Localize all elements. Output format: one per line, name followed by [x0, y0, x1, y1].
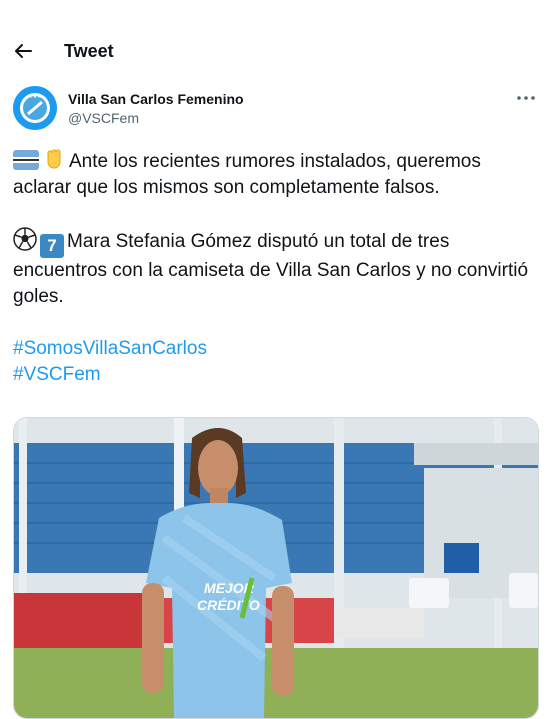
jersey-sponsor-text: CRÉDITO [197, 597, 260, 613]
tweet-paragraph-text: Mara Stefania Gómez disputó un total de … [13, 231, 529, 307]
tweet-paragraph: 7 Mara Stefania Gómez disputó un total de… [13, 227, 533, 310]
tweet-paragraph: Ante los recientes rumores instalados, q… [13, 147, 533, 201]
player-photo: MEJOR CRÉDITO [14, 418, 538, 718]
hashtag-link[interactable]: #VSCFem [13, 362, 533, 388]
author-handle[interactable]: @VSCFem [68, 109, 139, 127]
soccer-ball-icon [13, 227, 37, 251]
raised-fist-icon [47, 149, 61, 169]
svg-text:★★★: ★★★ [28, 94, 42, 100]
argentina-flag-icon [13, 150, 39, 170]
more-options-icon[interactable] [514, 88, 538, 108]
back-arrow-icon[interactable] [12, 40, 34, 62]
avatar[interactable]: ★★★ [13, 86, 57, 130]
hashtag-link[interactable]: #SomosVillaSanCarlos [13, 336, 533, 362]
tweet-media-image[interactable]: MEJOR CRÉDITO [13, 417, 539, 719]
keycap-digit-icon: 7 [40, 234, 64, 258]
top-bar: Tweet [0, 0, 546, 98]
author-name[interactable]: Villa San Carlos Femenino [68, 90, 244, 108]
tweet-body: Ante los recientes rumores instalados, q… [13, 147, 533, 388]
tweet-paragraph-text: Ante los recientes rumores instalados, q… [13, 151, 481, 198]
page-title: Tweet [64, 41, 114, 61]
